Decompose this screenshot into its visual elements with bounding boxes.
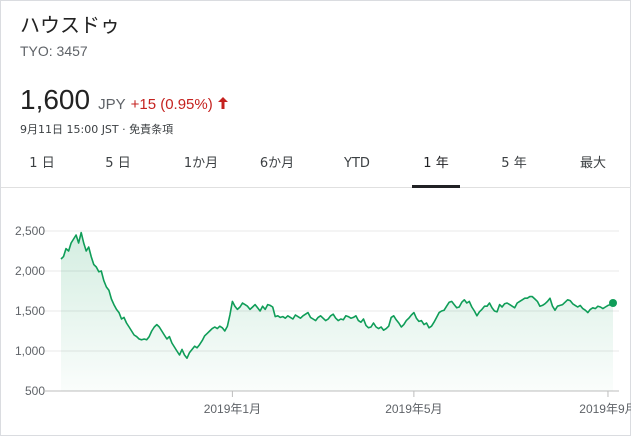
y-tick-label: 500 [25,384,45,398]
y-tick-label: 2,000 [15,264,45,278]
up-arrow-icon [217,97,228,109]
x-tick-label: 2019年1月 [204,402,261,416]
tab-1y[interactable]: 1 年 [412,147,460,188]
y-tick-label: 1,000 [15,344,45,358]
y-tick-label: 1,500 [15,304,45,318]
stock-card: ハウスドゥ TYO: 3457 1,600 JPY +15 (0.95%) 9月… [0,0,631,436]
price-row: 1,600 JPY +15 (0.95%) [20,84,228,116]
tab-6m[interactable]: 6か月 [247,147,307,187]
timestamp-disclaimer: 9月11日 15:00 JST · 免責条項 [20,123,174,136]
currency: JPY [98,96,126,113]
price-change: +15 (0.95%) [130,96,213,113]
tab-max[interactable]: 最大 [568,147,618,187]
ticker-symbol: TYO: 3457 [20,43,88,59]
range-tabs: 1 日 5 日 1か月 6か月 YTD 1 年 5 年 最大 [1,147,631,188]
x-tick-label: 2019年9月 [579,402,631,416]
tab-1d[interactable]: 1 日 [17,147,67,187]
y-tick-label: 2,500 [15,224,45,238]
price-chart[interactable]: 500 1,000 1,500 2,000 2,500 2019年1月 2019年5月 201… [1,201,631,437]
last-price-marker [609,299,617,307]
tab-5d[interactable]: 5 日 [93,147,143,187]
tab-1m[interactable]: 1か月 [171,147,231,187]
x-tick-label: 2019年5月 [385,402,442,416]
current-price: 1,600 [20,84,91,115]
price-area [61,232,613,391]
tab-5y[interactable]: 5 年 [489,147,539,187]
tab-ytd[interactable]: YTD [332,147,382,187]
company-name: ハウスドゥ [20,13,120,37]
